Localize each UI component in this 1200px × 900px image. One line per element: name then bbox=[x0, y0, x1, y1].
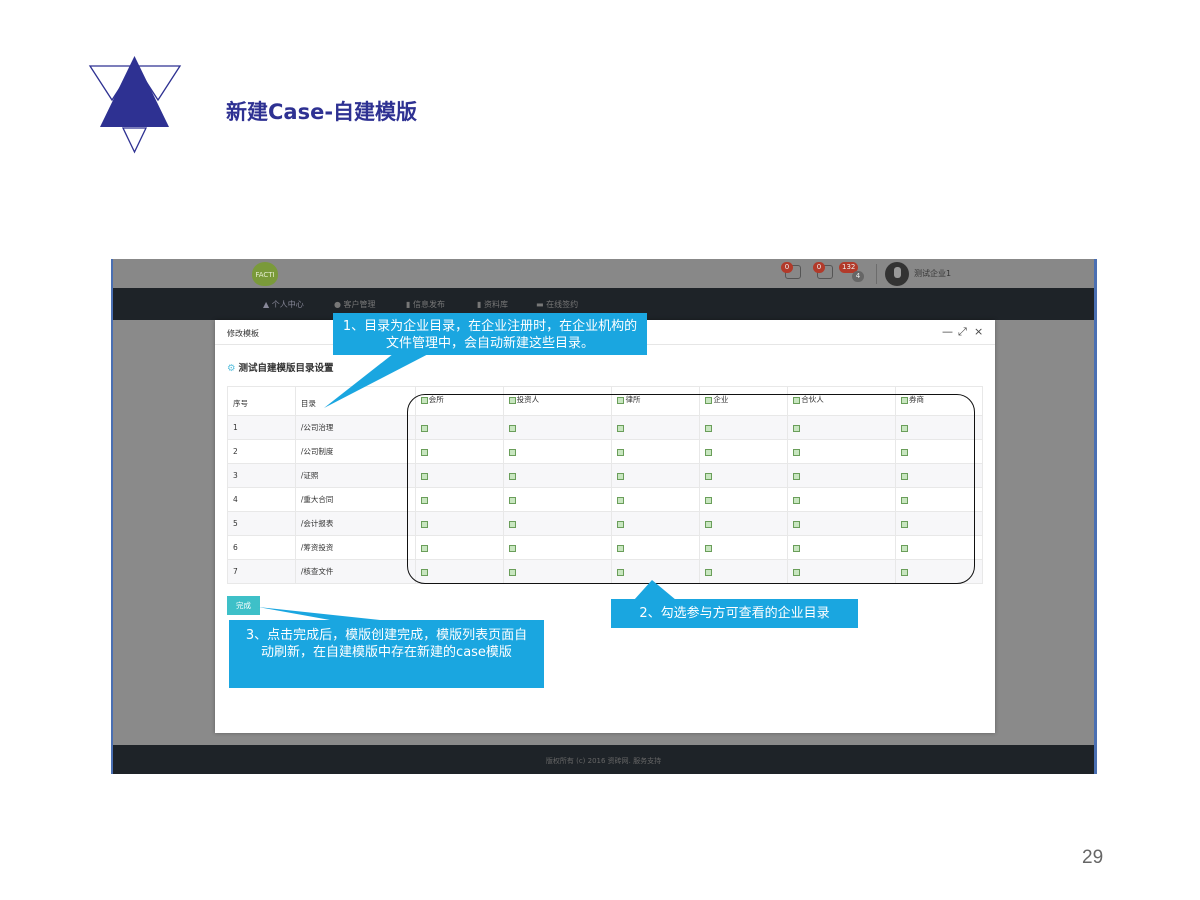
page-number: 29 bbox=[1082, 847, 1104, 868]
user-name[interactable]: 测试企业1 bbox=[914, 268, 951, 279]
logo-triangles-icon bbox=[88, 56, 182, 154]
section-title: ⚙ 测试自建模版目录设置 bbox=[227, 360, 334, 374]
header-divider bbox=[876, 264, 877, 284]
row-directory: /会计报表 bbox=[294, 511, 416, 536]
app-header: FACTI 0 0 132 4 测试企业1 bbox=[113, 259, 1094, 288]
row-index: 1 bbox=[227, 415, 296, 440]
row-index: 3 bbox=[227, 463, 296, 488]
nav-label: 资料库 bbox=[483, 300, 508, 309]
nav-library[interactable]: ▮ 资料库 bbox=[477, 299, 508, 310]
row-index: 5 bbox=[227, 511, 296, 536]
minimize-icon[interactable]: — bbox=[942, 325, 953, 338]
nav-label: 客户管理 bbox=[343, 300, 376, 309]
message-badge: 0 bbox=[781, 262, 793, 273]
nav-info-publish[interactable]: ▮ 信息发布 bbox=[406, 299, 445, 310]
nav-online-sign[interactable]: ▬ 在线签约 bbox=[536, 299, 578, 310]
nav-label: 信息发布 bbox=[412, 300, 445, 309]
gear-icon: ⚙ bbox=[227, 363, 236, 374]
done-button[interactable]: 完成 bbox=[227, 596, 260, 615]
calendar-badge: 0 bbox=[813, 262, 825, 273]
nav-personal-center[interactable]: ▲ 个人中心 bbox=[263, 299, 304, 310]
row-index: 7 bbox=[227, 559, 296, 584]
row-directory: /核查文件 bbox=[294, 559, 416, 584]
row-index: 6 bbox=[227, 535, 296, 560]
nav-customer-management[interactable]: ● 客户管理 bbox=[334, 299, 376, 310]
nav-label: 在线签约 bbox=[546, 300, 579, 309]
modal-title: 修改模板 bbox=[227, 329, 259, 338]
row-directory: /证照 bbox=[294, 463, 416, 488]
callout-complete-note: 3、点击完成后，模版创建完成，模版列表页面自动刷新，在自建模版中存在新建的cas… bbox=[229, 620, 544, 688]
callout-directory-note: 1、目录为企业目录，在企业注册时，在企业机构的文件管理中，会自动新建这些目录。 bbox=[333, 313, 647, 355]
row-index: 4 bbox=[227, 487, 296, 512]
user-avatar[interactable] bbox=[885, 262, 909, 286]
section-title-text: 测试自建模版目录设置 bbox=[238, 363, 334, 374]
row-directory: /重大合同 bbox=[294, 487, 416, 512]
nav-label: 个人中心 bbox=[271, 300, 304, 309]
footer-text: 版权所有 (c) 2016 资砖网. 服务支持 bbox=[545, 757, 662, 765]
row-directory: /公司制度 bbox=[294, 439, 416, 464]
slide-title: 新建Case-自建模版 bbox=[226, 100, 418, 124]
notification-sub-badge: 4 bbox=[852, 271, 864, 282]
app-logo[interactable]: FACTI bbox=[252, 262, 278, 286]
app-footer: 版权所有 (c) 2016 资砖网. 服务支持 bbox=[113, 745, 1094, 774]
row-directory: /公司治理 bbox=[294, 415, 416, 440]
close-icon[interactable]: × bbox=[974, 325, 983, 338]
row-directory: /筹资投资 bbox=[294, 535, 416, 560]
header-directory: 目录 bbox=[294, 386, 416, 416]
header-index: 序号 bbox=[227, 386, 296, 416]
callout-select-note: 2、勾选参与方可查看的企业目录 bbox=[611, 599, 858, 628]
checkbox-highlight-frame bbox=[407, 394, 975, 584]
maximize-icon[interactable]: ⤢ bbox=[958, 325, 967, 339]
row-index: 2 bbox=[227, 439, 296, 464]
